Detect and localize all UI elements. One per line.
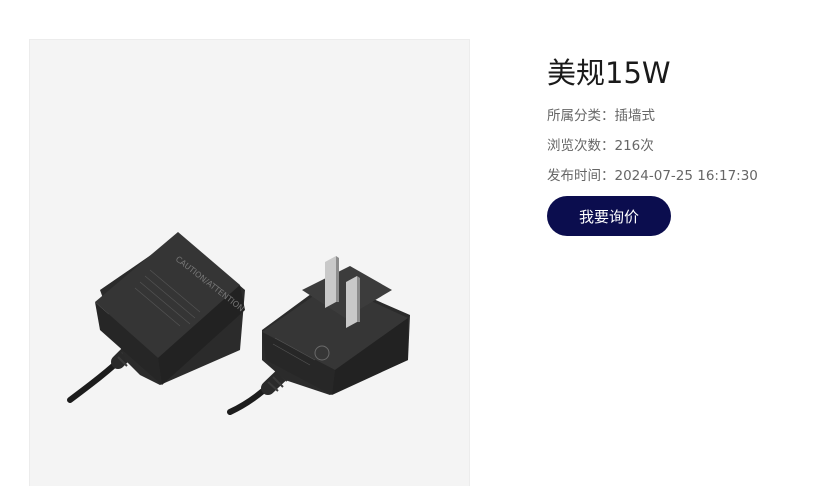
product-title: 美规15W xyxy=(547,56,671,90)
category-value[interactable]: 插墙式 xyxy=(615,108,656,124)
views-row: 浏览次数：216次 xyxy=(547,134,654,154)
views-value: 216次 xyxy=(614,138,654,154)
inquiry-button[interactable]: 我要询价 xyxy=(547,196,671,236)
category-row: 所属分类：插墙式 xyxy=(547,104,655,124)
views-label: 浏览次数： xyxy=(547,138,615,154)
publish-label: 发布时间： xyxy=(547,168,615,184)
product-image: CAUTION/ATTENTION xyxy=(29,39,470,486)
power-adapter-photo: CAUTION/ATTENTION xyxy=(67,232,410,415)
publish-time-row: 发布时间：2024-07-25 16:17:30 xyxy=(547,164,758,184)
category-label: 所属分类： xyxy=(547,108,615,124)
publish-value: 2024-07-25 16:17:30 xyxy=(614,168,758,184)
